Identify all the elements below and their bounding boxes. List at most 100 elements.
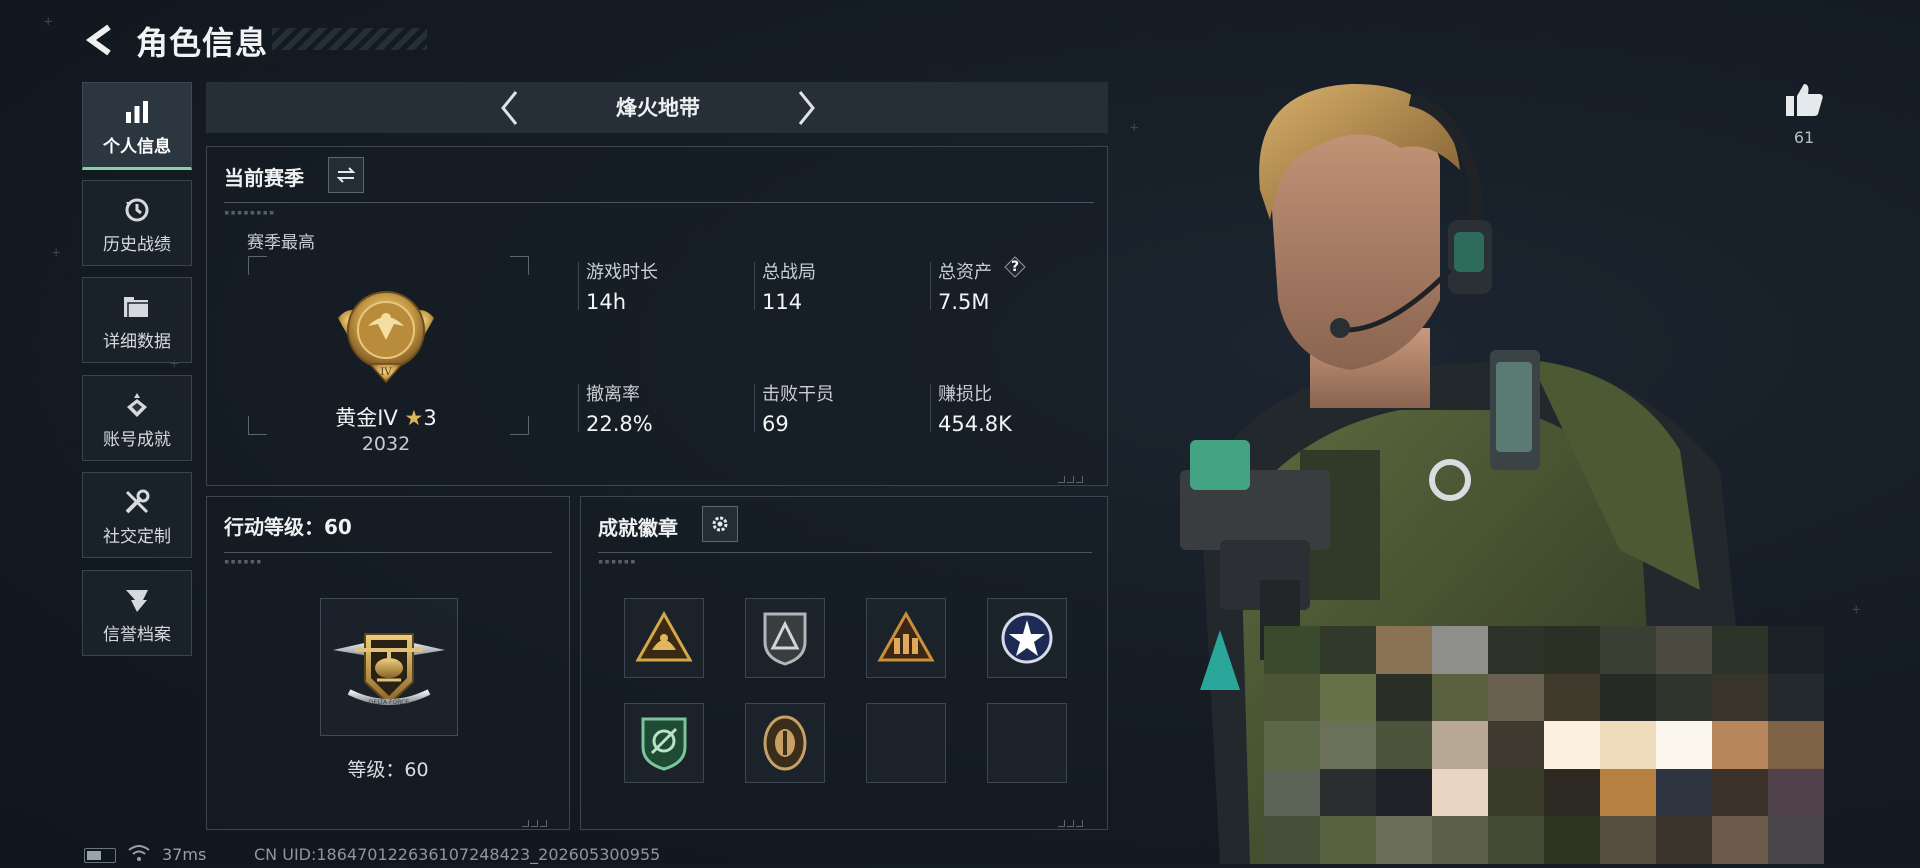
- star-icon: ★: [404, 406, 424, 430]
- oval-bronze-badge-icon: [763, 715, 807, 771]
- stat-separator: [930, 262, 931, 310]
- deco-corner-marks: [520, 812, 550, 827]
- divider: [224, 202, 1094, 203]
- achievement-badge-empty[interactable]: [987, 703, 1067, 783]
- bracket-corner: [510, 256, 529, 275]
- action-level-title: 行动等级：60: [224, 515, 352, 539]
- back-button[interactable]: [78, 18, 122, 62]
- achievement-badge[interactable]: [624, 598, 704, 678]
- sidebar-item-detail-data[interactable]: 详细数据: [82, 277, 192, 363]
- bracket-corner: [248, 416, 267, 435]
- chevron-left-icon: [501, 91, 518, 125]
- sidebar-item-label: 历史战绩: [103, 234, 171, 255]
- rank-name: 黄金IV: [335, 406, 398, 430]
- triangle-gold-badge-icon: [635, 610, 693, 662]
- deco-dots: ▪▪▪▪▪▪: [224, 557, 263, 567]
- sidebar-item-label: 信誉档案: [103, 624, 171, 645]
- stat-separator: [754, 262, 755, 310]
- censored-region: [1264, 626, 1824, 864]
- chevron-right-icon: [798, 91, 815, 125]
- achievement-badge[interactable]: [745, 598, 825, 678]
- sidebar-item-personal-info[interactable]: 个人信息: [82, 82, 192, 170]
- deco-cross: +: [1130, 120, 1139, 136]
- achievement-badge[interactable]: [987, 598, 1067, 678]
- rank-emblem-icon: IV: [334, 278, 438, 388]
- achievements-settings-button[interactable]: [702, 506, 738, 542]
- green-shield-badge-icon: [641, 717, 687, 771]
- like-count: 61: [1793, 128, 1815, 147]
- back-arrow-icon: [85, 24, 111, 56]
- sidebar-item-label: 个人信息: [103, 136, 171, 157]
- stat-value-total-assets: 7.5M: [938, 290, 990, 314]
- sidebar-item-achievements[interactable]: 账号成就: [82, 375, 192, 461]
- sidebar-item-label: 账号成就: [103, 429, 171, 450]
- stat-value-total-matches: 114: [762, 290, 803, 314]
- wifi-icon: [128, 844, 150, 866]
- help-icon[interactable]: ?: [1004, 256, 1026, 278]
- deco-cross: +: [44, 14, 53, 30]
- sidebar-item-history[interactable]: 历史战绩: [82, 180, 192, 266]
- sidebar-item-social[interactable]: 社交定制: [82, 472, 192, 558]
- page-title: 角色信息: [136, 24, 269, 62]
- achievement-icon: [123, 387, 151, 423]
- stat-label-operators-defeated: 击败干员: [762, 384, 834, 405]
- stat-label-total-matches: 总战局: [762, 262, 816, 283]
- season-best-label: 赛季最高: [247, 233, 315, 253]
- gear-icon: [712, 516, 728, 532]
- thumbs-up-icon: [1786, 84, 1823, 116]
- rank-score: 2032: [361, 433, 411, 455]
- tools-icon: [123, 484, 151, 520]
- divider: [224, 552, 552, 553]
- achievement-badge[interactable]: [866, 598, 946, 678]
- swap-arrows-icon: [336, 167, 356, 183]
- folder-icon: [122, 289, 152, 325]
- action-level-text: 等级：60: [347, 759, 429, 781]
- sidebar-item-reputation[interactable]: 信誉档案: [82, 570, 192, 656]
- title-decoration: [272, 28, 427, 50]
- achievement-badge[interactable]: [624, 703, 704, 783]
- rank-line: 黄金IV ★3: [268, 402, 504, 432]
- deco-corner-marks: [1056, 812, 1086, 827]
- bracket-corner: [248, 256, 267, 275]
- divider: [598, 552, 1092, 553]
- action-level-emblem-frame: DELTA FORCE: [320, 598, 458, 736]
- deco-dots: ▪▪▪▪▪▪▪▪: [224, 208, 276, 218]
- achievements-title: 成就徽章: [598, 516, 678, 540]
- deco-corner-marks: [1056, 468, 1086, 483]
- stat-label-extraction-rate: 撤离率: [586, 384, 640, 405]
- season-switch-button[interactable]: [328, 157, 364, 193]
- triangle-team-badge-icon: [877, 610, 935, 662]
- bar-chart-icon: [123, 94, 151, 130]
- stat-value-playtime: 14h: [586, 290, 627, 314]
- stat-label-profit-ratio: 赚损比: [938, 384, 992, 405]
- stat-separator: [578, 262, 579, 310]
- stat-value-operators-defeated: 69: [762, 412, 789, 436]
- emblem-text: DELTA FORCE: [369, 699, 409, 706]
- deco-dots: ▪▪▪▪▪▪: [598, 557, 637, 567]
- achievement-badge[interactable]: [745, 703, 825, 783]
- helicopter-emblem-icon: DELTA FORCE: [333, 633, 445, 706]
- stat-separator: [578, 384, 579, 432]
- account-uid: CN UID:1864701226361072484​23_2026053009…: [254, 845, 661, 864]
- shield-silver-badge-icon: [763, 612, 807, 666]
- stat-value-extraction-rate: 22.8%: [586, 412, 653, 436]
- deco-cross: +: [1852, 602, 1861, 618]
- deco-cross: +: [52, 245, 61, 261]
- battery-icon: [84, 848, 116, 863]
- sidebar-item-label: 详细数据: [103, 331, 171, 352]
- star-circle-badge-icon: [1001, 612, 1053, 664]
- stat-separator: [930, 384, 931, 432]
- sidebar-item-label: 社交定制: [103, 526, 171, 547]
- season-title: 当前赛季: [224, 166, 304, 190]
- history-clock-icon: [123, 192, 151, 228]
- mode-next-button[interactable]: [784, 84, 828, 132]
- reputation-icon: [123, 582, 151, 618]
- mode-prev-button[interactable]: [488, 84, 532, 132]
- stat-label-playtime: 游戏时长: [586, 262, 658, 283]
- achievement-badge-empty[interactable]: [866, 703, 946, 783]
- stat-label-total-assets: 总资产: [938, 262, 992, 283]
- stat-value-profit-ratio: 454.8K: [938, 412, 1012, 436]
- svg-text:IV: IV: [380, 367, 392, 378]
- mode-name: 烽火地带: [616, 96, 700, 120]
- like-button[interactable]: [1780, 78, 1828, 122]
